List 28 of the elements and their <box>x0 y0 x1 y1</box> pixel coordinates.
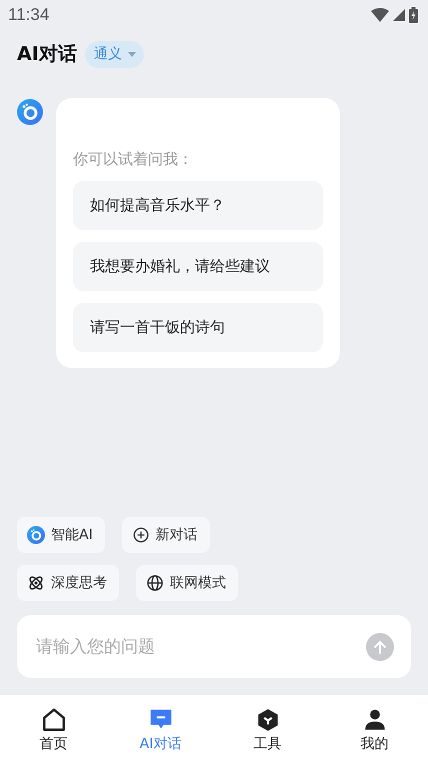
send-button[interactable] <box>366 632 394 660</box>
caret-icon <box>128 52 136 56</box>
assistant-avatar-icon <box>17 99 43 125</box>
arrow-up-icon <box>373 640 387 654</box>
suggestion-button[interactable]: 我想要办婚礼，请给些建议 <box>73 242 323 291</box>
nav-tab[interactable]: AI对话 <box>107 695 214 760</box>
option-chip[interactable]: 新对话 <box>122 517 210 553</box>
signal-icon <box>393 9 405 21</box>
nav-tab[interactable]: 工具 <box>214 695 321 760</box>
option-chip[interactable]: 联网模式 <box>136 565 238 601</box>
home-icon <box>40 706 66 732</box>
suggestion-button[interactable]: 如何提高音乐水平？ <box>73 181 323 230</box>
atom-icon <box>27 574 45 592</box>
globe-icon <box>146 574 164 592</box>
option-chip[interactable]: 智能AI <box>17 517 105 553</box>
battery-icon <box>409 7 418 23</box>
prompt-text: 你可以试着问我： <box>73 150 194 169</box>
suggestion-button[interactable]: 请写一首干饭的诗句 <box>73 303 323 352</box>
input-field[interactable]: 请输入您的问题 <box>17 615 411 678</box>
nav-tab[interactable]: 首页 <box>0 695 107 760</box>
nav-tab[interactable]: 我的 <box>321 695 428 760</box>
plus-circle-icon <box>132 526 150 544</box>
logo-icon <box>27 526 45 544</box>
wifi-icon <box>371 8 389 22</box>
option-chip[interactable]: 深度思考 <box>17 565 119 601</box>
page-title: AI对话 <box>17 42 77 67</box>
question-input[interactable]: 请输入您的问题 <box>34 636 366 658</box>
status-time: 11:34 <box>8 5 50 25</box>
